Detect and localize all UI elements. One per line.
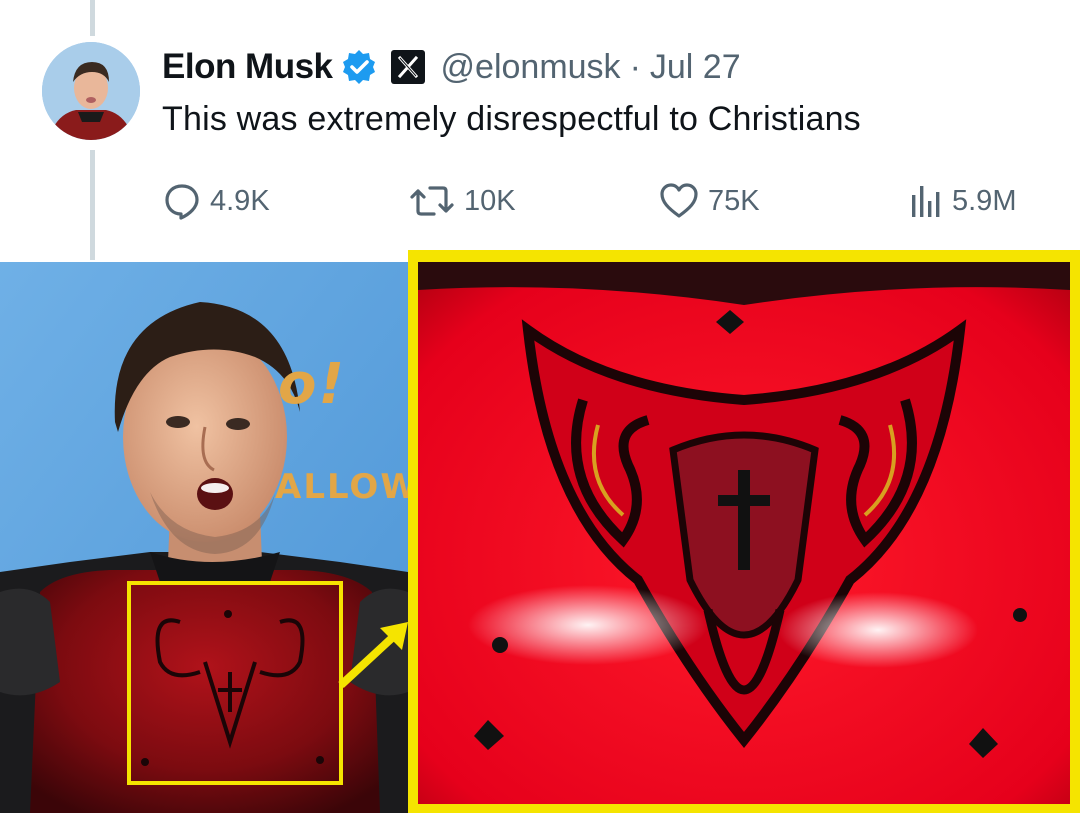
avatar-image	[42, 42, 140, 140]
author-avatar[interactable]	[42, 42, 140, 140]
reply-button[interactable]: 4.9K	[162, 178, 270, 224]
tweet-header: Elon Musk @elonmusk · Jul 27	[162, 42, 741, 92]
repost-icon	[410, 186, 454, 216]
tweet-date[interactable]: Jul 27	[650, 48, 741, 87]
thread-line-bottom	[90, 150, 95, 260]
views-button[interactable]: 5.9M	[908, 178, 1016, 224]
costume-photo-image	[0, 262, 408, 813]
views-chart-icon	[912, 186, 940, 217]
verified-badge-icon	[341, 49, 377, 85]
costume-photo: o! ALLOW	[0, 262, 408, 813]
author-name[interactable]: Elon Musk	[162, 47, 333, 87]
tweet-text: This was extremely disrespectful to Chri…	[162, 100, 861, 138]
like-count: 75K	[708, 184, 760, 217]
backdrop-text-1: o!	[278, 352, 347, 417]
thread-line-top	[90, 0, 95, 36]
header-separator: ·	[629, 47, 641, 86]
repost-count: 10K	[464, 184, 516, 217]
x-logo-icon	[390, 50, 425, 84]
heart-icon	[660, 183, 698, 218]
backdrop-text-2: ALLOW	[275, 467, 408, 507]
repost-button[interactable]: 10K	[408, 178, 516, 224]
reply-count: 4.9K	[210, 184, 270, 217]
author-handle[interactable]: @elonmusk	[441, 48, 621, 87]
view-count: 5.9M	[952, 184, 1017, 217]
zoomed-chest-emblem	[408, 250, 1080, 813]
reply-icon	[165, 184, 199, 220]
zoomed-chest-emblem-image	[408, 250, 1080, 813]
screenshot-root: Elon Musk @elonmusk · Jul 27 This was ex…	[0, 0, 1080, 813]
like-button[interactable]: 75K	[658, 178, 760, 224]
